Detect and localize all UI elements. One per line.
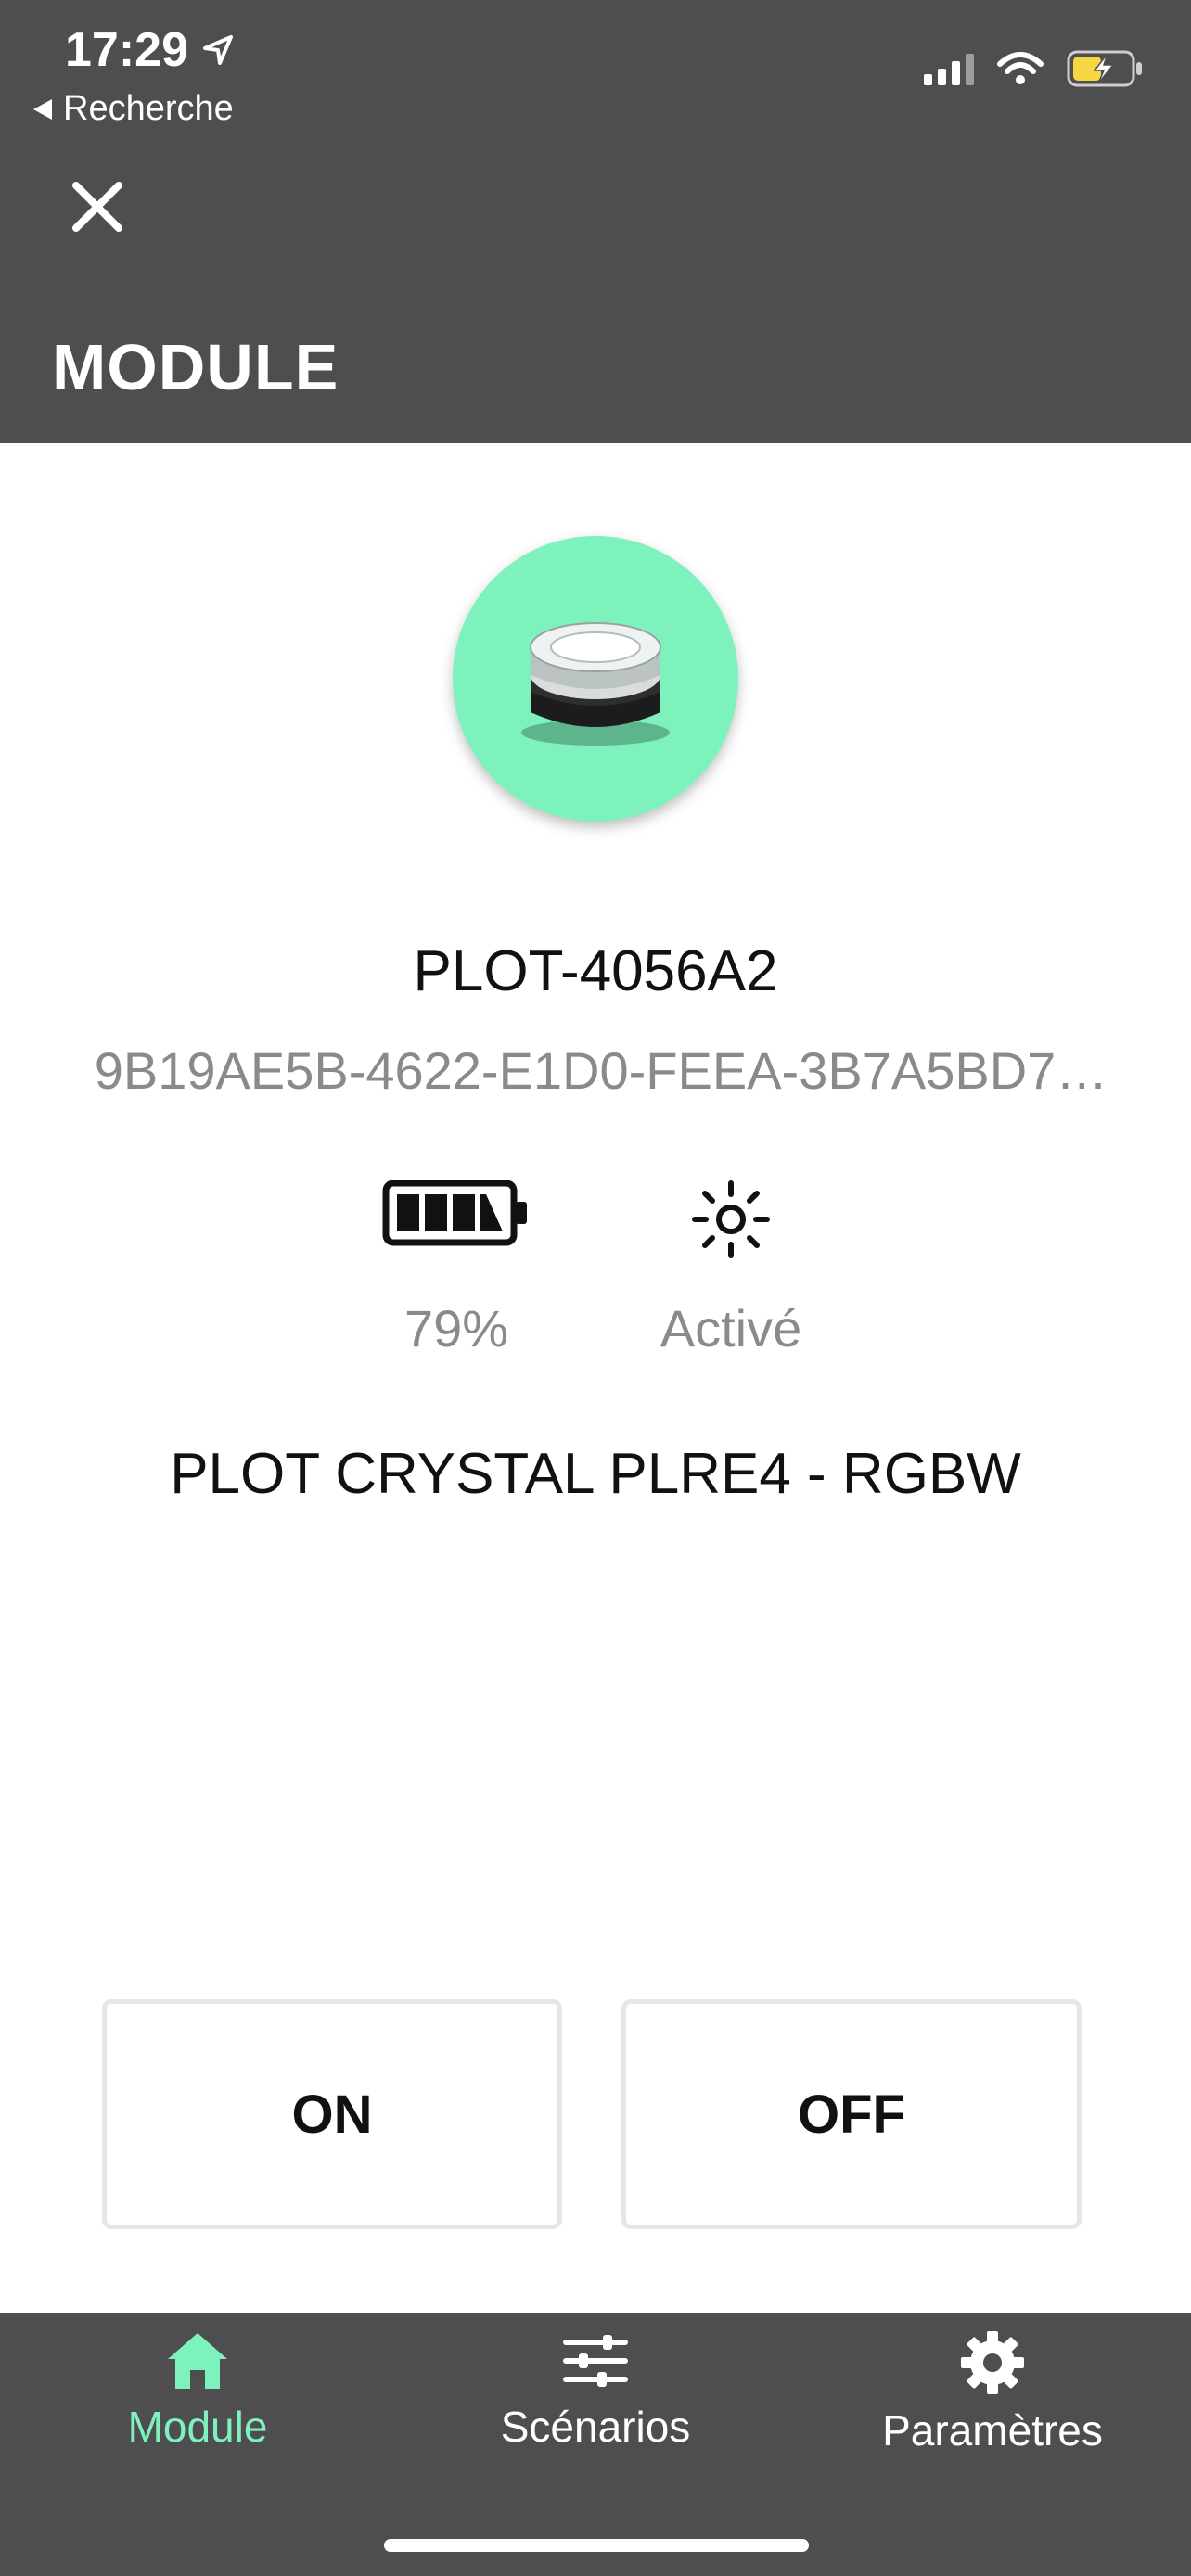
close-icon [72, 182, 122, 232]
sun-icon [692, 1180, 770, 1258]
status-time-text: 17:29 [65, 23, 188, 77]
header: 17:29 Recherche MODULE [0, 0, 1191, 443]
wifi-icon [997, 52, 1044, 84]
tab-parametres[interactable]: Paramètres [844, 2329, 1141, 2455]
off-button[interactable]: OFF [621, 1999, 1082, 2229]
location-arrow-icon [203, 35, 233, 65]
cellular-signal-icon [924, 52, 974, 85]
battery-level-icon [382, 1180, 527, 1246]
light-stat [620, 1178, 842, 1266]
tab-scenarios[interactable]: Scénarios [447, 2329, 744, 2452]
tab-module-label: Module [127, 2403, 268, 2451]
light-status-label: Activé [660, 1299, 802, 1358]
status-time: 17:29 [65, 22, 237, 78]
back-to-app-link[interactable]: Recherche [32, 89, 234, 129]
device-name: PLOT-4056A2 [413, 939, 778, 1003]
tab-bar: Module Scénarios Paramètres [0, 2313, 1191, 2576]
close-button[interactable] [63, 172, 132, 241]
gear-icon [961, 2331, 1024, 2394]
device-image [521, 622, 670, 746]
home-icon [168, 2333, 227, 2389]
page-title: MODULE [52, 331, 339, 403]
device-model: PLOT CRYSTAL PLRE4 - RGBW [170, 1442, 1021, 1506]
sliders-icon [563, 2335, 628, 2387]
battery-charging-icon [1067, 50, 1142, 87]
home-indicator [384, 2539, 809, 2552]
device-avatar [453, 536, 738, 822]
status-indicators [924, 50, 1145, 87]
tab-scenarios-label: Scénarios [500, 2403, 691, 2451]
tab-parametres-label: Paramètres [882, 2406, 1103, 2455]
back-triangle-icon [33, 98, 52, 120]
device-uuid: 9B19AE5B-4622-E1D0-FEEA-3B7A5BD7… [94, 1041, 1108, 1100]
battery-stat [345, 1178, 568, 1253]
back-to-app-label: Recherche [63, 89, 234, 128]
on-button[interactable]: ON [102, 1999, 562, 2229]
tab-module[interactable]: Module [49, 2329, 346, 2452]
battery-label: 79% [403, 1299, 509, 1358]
